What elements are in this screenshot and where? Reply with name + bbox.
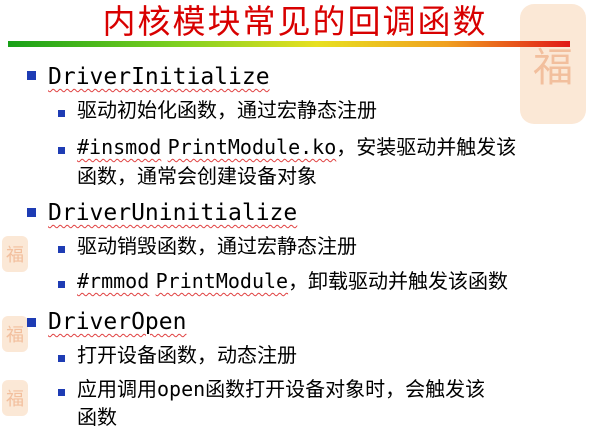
list-subitem: #insmod PrintModule.ko，安装驱动并触发该 [77,135,517,159]
list-subitem: 打开设备函数，动态注册 [77,343,297,367]
bullet-icon [58,110,65,117]
list-heading: DriverInitialize [48,64,270,90]
list-subitem-continuation: 函数 [77,405,117,429]
list-subitem: 应用调用open函数打开设备对象时，会触发该 [77,377,486,401]
list-subitem-continuation: 函数，通常会创建设备对象 [77,164,317,188]
list-subitem: 驱动初始化函数，通过宏静态注册 [77,98,377,122]
list-subitem: 驱动销毁函数，通过宏静态注册 [77,234,357,258]
bullet-icon [58,147,65,154]
bullet-icon [58,246,65,253]
bullet-icon [58,355,65,362]
list-heading: DriverUninitialize [48,200,298,226]
bullet-list: DriverInitialize 驱动初始化函数，通过宏静态注册 #insmod… [0,0,590,433]
bullet-icon [27,208,36,217]
list-heading: DriverOpen [48,309,187,335]
bullet-icon [27,71,36,80]
bullet-icon [58,281,65,288]
list-subitem: #rmmod PrintModule，卸载驱动并触发该函数 [77,269,509,293]
slide: 福 福 福 福 内核模块常见的回调函数 DriverInitialize 驱动初… [0,0,590,433]
bullet-icon [58,389,65,396]
bullet-icon [27,318,36,327]
